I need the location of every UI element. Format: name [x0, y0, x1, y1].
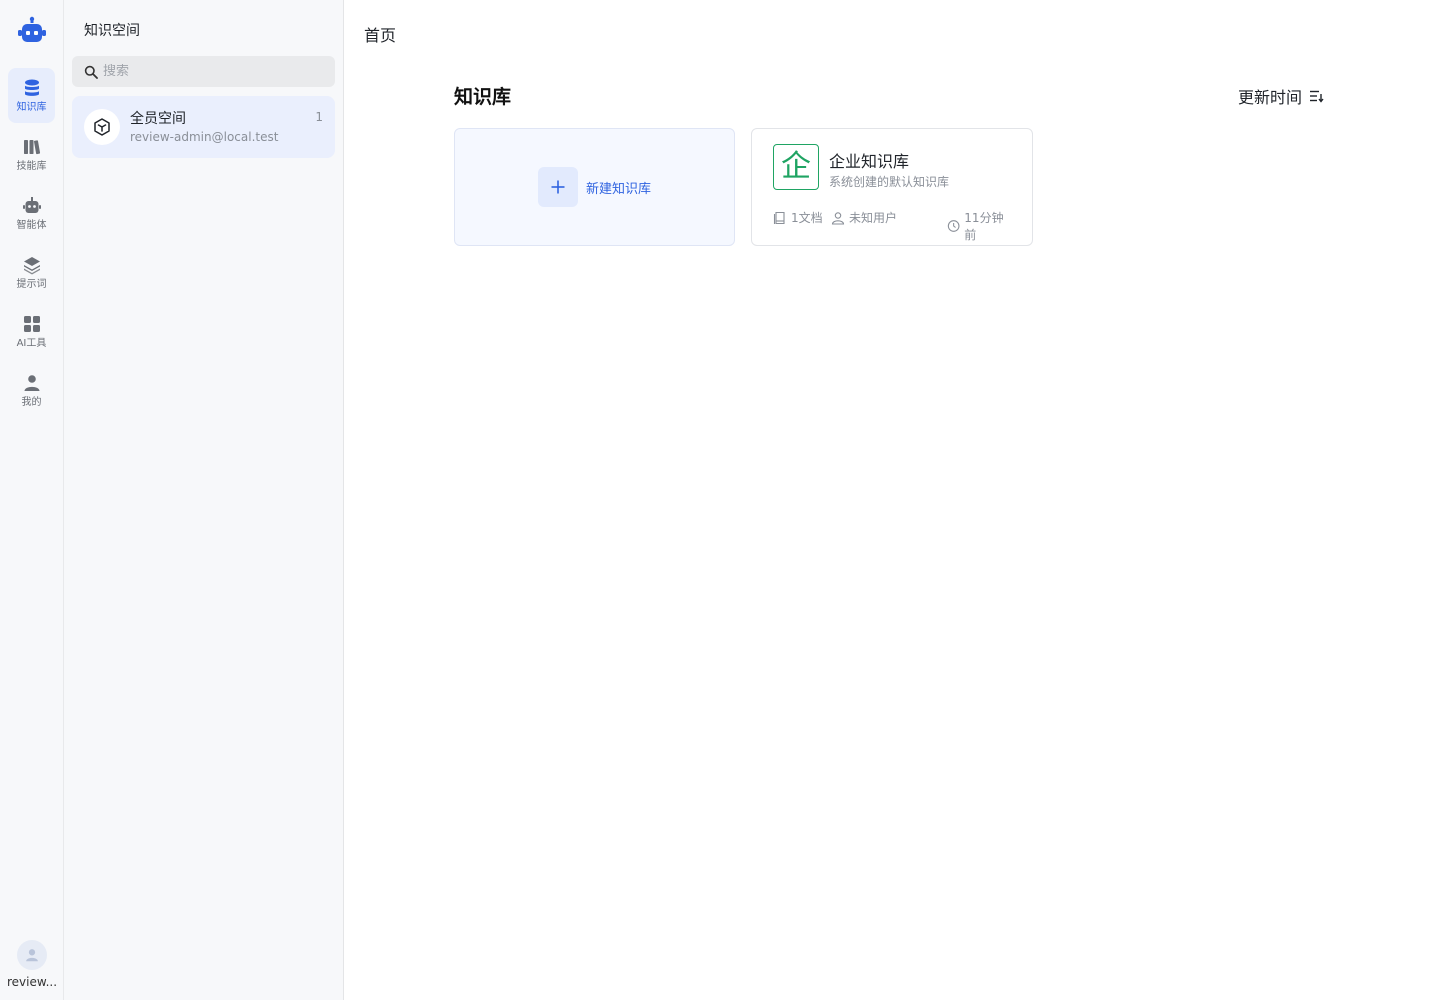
rail-item-ai-tools[interactable]: AI工具 — [8, 304, 55, 359]
person-icon — [24, 374, 39, 391]
rail-item-agents[interactable]: 智能体 — [8, 186, 55, 241]
new-knowledge-base-label: 新建知识库 — [585, 181, 651, 197]
sort-button[interactable]: 更新时间 — [1238, 84, 1324, 108]
app-logo-icon[interactable] — [16, 16, 48, 48]
database-icon — [24, 79, 39, 96]
kb-updated-time: 11分钟前 — [964, 211, 1004, 242]
breadcrumb[interactable]: 首页 — [364, 22, 396, 46]
space-email: review-admin@local.test — [130, 130, 279, 144]
user-menu[interactable]: review... — [0, 940, 64, 996]
page-title: 知识库 — [454, 86, 512, 108]
layers-icon — [23, 256, 40, 274]
space-name: 全员空间 — [130, 111, 186, 127]
knowledge-base-card[interactable]: 企 企业知识库 系统创建的默认知识库 1文档 未知用户 11分钟前 — [751, 128, 1033, 246]
rail-item-prompts[interactable]: 提示词 — [8, 245, 55, 300]
rail-nav: 知识库 技能库 智能体 提示词 AI工具 我的 — [8, 68, 55, 422]
rail-item-knowledge[interactable]: 知识库 — [8, 68, 55, 123]
plus-icon — [537, 167, 578, 207]
main-content: 首页 知识库 更新时间 新建知识库 企 企业知识库 系统创建的默认知识库 1文档… — [344, 0, 1440, 1000]
rail-item-label: 智能体 — [16, 219, 47, 231]
sort-descending-icon — [1310, 90, 1324, 103]
kb-updated: 11分钟前 — [947, 209, 1013, 243]
rail-item-label: 技能库 — [16, 160, 47, 172]
new-knowledge-base-card[interactable]: 新建知识库 — [454, 128, 735, 246]
search-box[interactable] — [72, 56, 335, 87]
kb-name: 企业知识库 — [829, 152, 910, 171]
kb-docs-count: 1文档 — [791, 211, 823, 225]
kb-owner-name: 未知用户 — [849, 211, 898, 225]
grid-icon — [23, 315, 40, 332]
space-panel: 知识空间 全员空间 review-admin@local.test 1 — [64, 0, 344, 1000]
avatar[interactable] — [17, 940, 47, 970]
kb-docs: 1文档 — [773, 209, 823, 226]
kb-owner: 未知用户 — [831, 209, 897, 226]
search-icon — [84, 65, 98, 79]
kb-avatar: 企 — [773, 144, 819, 190]
left-rail: 知识库 技能库 智能体 提示词 AI工具 我的 review... — [0, 0, 64, 1000]
document-icon — [773, 211, 785, 224]
robot-icon — [22, 196, 41, 213]
kb-description: 系统创建的默认知识库 — [829, 175, 950, 189]
clock-icon — [947, 220, 960, 232]
rail-item-skills[interactable]: 技能库 — [8, 127, 55, 182]
cube-icon — [84, 109, 120, 145]
user-icon — [831, 211, 845, 225]
rail-item-mine[interactable]: 我的 — [8, 363, 55, 418]
username: review... — [6, 975, 58, 989]
space-item-all-members[interactable]: 全员空间 review-admin@local.test 1 — [72, 96, 335, 158]
rail-item-label: 提示词 — [16, 278, 47, 290]
rail-item-label: 知识库 — [16, 101, 47, 113]
rail-item-label: 我的 — [21, 396, 42, 408]
books-icon — [23, 139, 40, 154]
sort-label: 更新时间 — [1238, 88, 1303, 107]
search-input[interactable] — [103, 64, 323, 79]
space-count-badge: 1 — [315, 110, 323, 124]
panel-title: 知识空间 — [84, 23, 140, 39]
kb-meta: 1文档 未知用户 11分钟前 — [773, 209, 1013, 242]
user-avatar-icon — [26, 949, 38, 962]
rail-item-label: AI工具 — [16, 337, 47, 349]
